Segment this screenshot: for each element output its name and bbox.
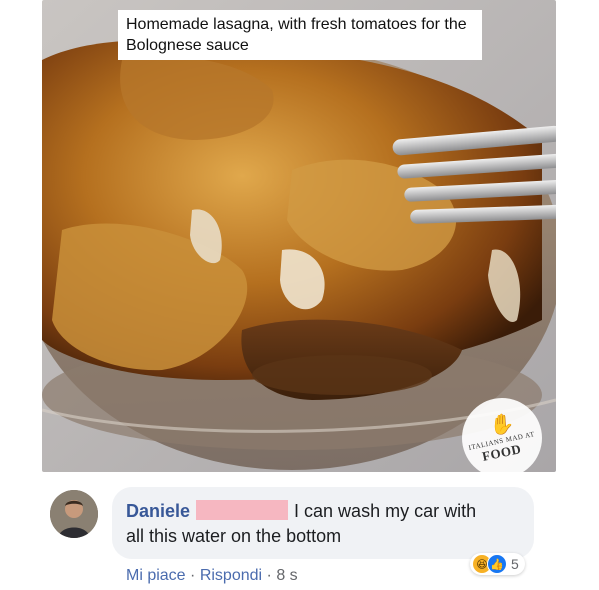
reaction-summary[interactable]: 😆 👍 5 (470, 553, 525, 575)
comment-text-line1: I can wash my car with (294, 501, 477, 521)
avatar[interactable] (50, 490, 98, 538)
caption-text: Homemade lasagna, with fresh tomatoes fo… (126, 16, 467, 54)
comment-author[interactable]: Daniele (126, 501, 190, 521)
post-caption: Homemade lasagna, with fresh tomatoes fo… (118, 10, 482, 60)
separator: · (266, 567, 272, 584)
separator: · (190, 567, 196, 584)
reaction-count: 5 (511, 556, 519, 572)
like-link[interactable]: Mi piace (126, 567, 186, 584)
comment-bubble: Daniele I can wash my car with all this w… (112, 487, 534, 559)
redacted-name (196, 500, 289, 520)
comment-actions: Mi piace · Rispondi · 8 s (126, 567, 298, 585)
avatar-image (50, 490, 98, 538)
like-icon: 👍 (487, 554, 507, 574)
post-photo[interactable] (42, 0, 556, 472)
reply-link[interactable]: Rispondi (200, 567, 262, 584)
comment-timestamp[interactable]: 8 s (276, 567, 297, 584)
comment-text-line2: all this water on the bottom (126, 526, 342, 546)
hand-icon: ✋ (489, 414, 515, 436)
lasagna-image (42, 0, 556, 472)
watermark-logo: ✋ ITALIANS MAD AT FOOD (462, 398, 542, 478)
